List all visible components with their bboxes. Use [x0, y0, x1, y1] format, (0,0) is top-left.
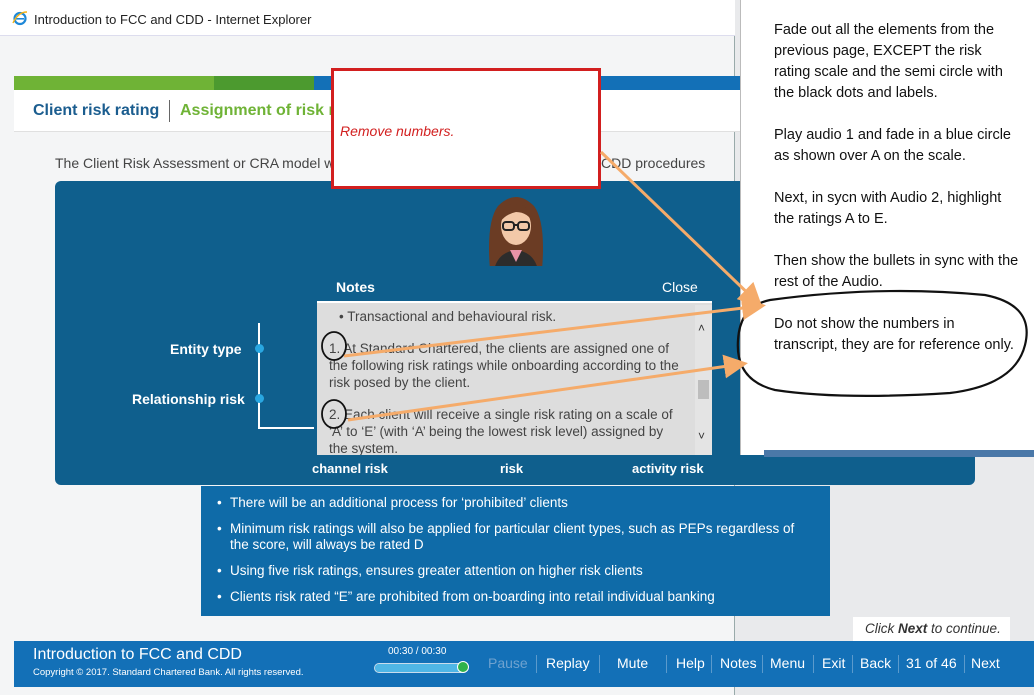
- notes-close-button[interactable]: Close: [662, 279, 698, 295]
- notes-title: Notes: [336, 279, 375, 295]
- chevron-up-icon[interactable]: ˄: [698, 321, 705, 335]
- bullet-item: Clients risk rated “E” are prohibited fr…: [217, 589, 816, 605]
- progress-segment-complete: [14, 76, 214, 90]
- notes-button[interactable]: Notes: [720, 655, 757, 671]
- notes-line: 2. Each client will receive a single ris…: [329, 407, 673, 455]
- bullet-item: Minimum risk ratings will also be applie…: [217, 521, 816, 553]
- notes-line: • Transactional and behavioural risk.: [339, 309, 557, 324]
- exit-button[interactable]: Exit: [822, 655, 845, 671]
- notes-transcript[interactable]: • Transactional and behavioural risk. 1.…: [317, 305, 695, 455]
- bullet-item: There will be an additional process for …: [217, 495, 816, 511]
- time-readout: 00:30 / 00:30: [388, 646, 447, 657]
- nav-divider: [898, 655, 899, 673]
- chevron-down-icon[interactable]: ˅: [698, 429, 705, 443]
- axis-dot-relationship: [255, 394, 264, 403]
- nav-divider: [762, 655, 763, 673]
- browser-title: Introduction to FCC and CDD - Internet E…: [34, 12, 312, 27]
- presenter-avatar: [489, 197, 543, 270]
- notes-line: 1. At Standard Chartered, the clients ar…: [329, 341, 679, 390]
- nav-divider: [813, 655, 814, 673]
- instruction-paragraph: Fade out all the elements from the previ…: [774, 22, 1003, 101]
- review-comment-text: Remove numbers.: [340, 123, 455, 139]
- continue-hint: Click Next to continue.: [853, 617, 1010, 641]
- next-button[interactable]: Next: [971, 655, 1000, 671]
- notes-popup: Notes Close • Transactional and behaviou…: [314, 266, 715, 458]
- label-activity-risk: activity risk: [632, 461, 704, 476]
- instruction-paragraph: Then show the bullets in sync with the r…: [774, 253, 1019, 290]
- player-footer: Introduction to FCC and CDD Copyright © …: [14, 641, 1034, 687]
- instruction-paragraph: Next, in sycn with Audio 2, highlight th…: [774, 190, 1002, 227]
- pause-button[interactable]: Pause: [488, 655, 528, 671]
- breadcrumb-client-risk-rating[interactable]: Client risk rating: [33, 102, 159, 120]
- instruction-paragraph: Play audio 1 and fade in a blue circle a…: [774, 127, 1011, 164]
- mute-button[interactable]: Mute: [617, 655, 648, 671]
- copyright-text: Copyright © 2017. Standard Chartered Ban…: [33, 667, 304, 678]
- reviewer-instructions: Fade out all the elements from the previ…: [740, 0, 1034, 455]
- instruction-paragraph: Do not show the numbers in transcript, t…: [774, 316, 1014, 353]
- bullet-item: Using five risk ratings, ensures greater…: [217, 563, 816, 579]
- ie-logo-icon: [12, 11, 28, 26]
- nav-divider: [964, 655, 965, 673]
- breadcrumb-assignment: Assignment of risk r: [180, 102, 335, 119]
- nav-divider: [536, 655, 537, 673]
- label-channel-risk: channel risk: [312, 461, 388, 476]
- nav-divider: [711, 655, 712, 673]
- progress-segment-current: [214, 76, 314, 90]
- nav-divider: [852, 655, 853, 673]
- label-risk: risk: [500, 461, 524, 476]
- bullet-box: There will be an additional process for …: [201, 486, 830, 616]
- notes-header: Notes Close: [317, 269, 712, 303]
- course-title: Introduction to FCC and CDD: [33, 646, 242, 663]
- page-counter: 31 of 46: [906, 655, 957, 671]
- label-relationship-risk: Relationship risk: [132, 391, 245, 407]
- seekbar-fill: [375, 664, 465, 672]
- review-comment-box: Remove numbers.: [331, 68, 601, 189]
- label-entity-type: Entity type: [170, 341, 242, 357]
- replay-button[interactable]: Replay: [546, 655, 590, 671]
- browser-titlebar: Introduction to FCC and CDD - Internet E…: [0, 0, 735, 36]
- audio-seekbar[interactable]: [374, 661, 469, 673]
- nav-divider: [599, 655, 600, 673]
- risk-axis-horizontal: [258, 427, 318, 429]
- nav-divider: [666, 655, 667, 673]
- seek-handle[interactable]: [457, 661, 469, 673]
- continue-next-word: Next: [898, 621, 928, 636]
- help-button[interactable]: Help: [676, 655, 705, 671]
- breadcrumb-divider: [169, 100, 170, 122]
- instructions-edge: [764, 450, 1034, 457]
- notes-scrollbar[interactable]: ˄ ˅: [695, 305, 712, 455]
- intro-text-end: CDD procedures: [601, 155, 706, 171]
- menu-button[interactable]: Menu: [770, 655, 805, 671]
- risk-axis-vertical: [258, 323, 260, 429]
- axis-dot-entity: [255, 344, 264, 353]
- back-button[interactable]: Back: [860, 655, 891, 671]
- scroll-thumb[interactable]: [698, 380, 709, 399]
